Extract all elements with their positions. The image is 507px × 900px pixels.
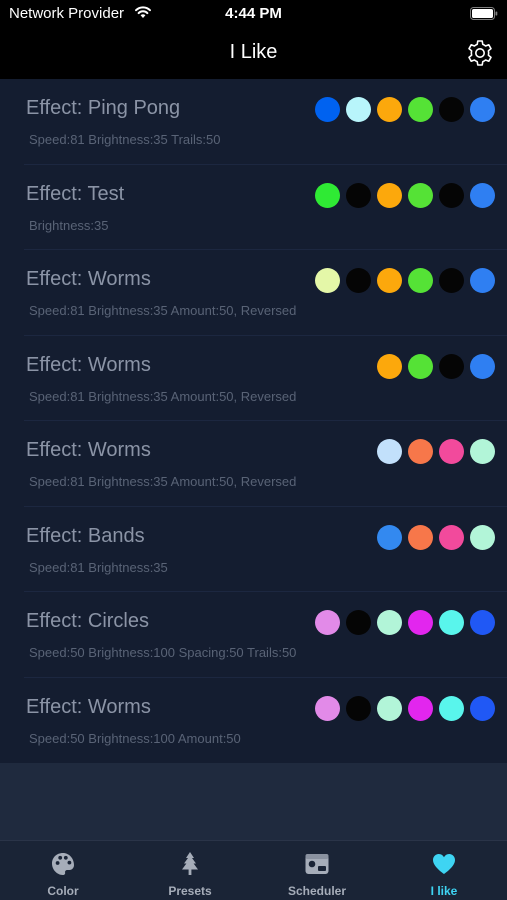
color-swatch: [470, 610, 495, 635]
effect-params: Brightness:35: [29, 217, 109, 233]
color-swatch: [439, 353, 464, 379]
color-swatch: [377, 268, 402, 293]
color-swatches: [315, 610, 495, 635]
color-swatch: [470, 97, 495, 122]
color-swatch: [315, 97, 340, 122]
color-swatch: [377, 97, 402, 122]
effect-params: Speed:81 Brightness:35 Amount:50, Revers…: [29, 303, 297, 318]
status-bar: Network Provider 4:44 PM: [0, 0, 507, 28]
color-swatch: [377, 695, 402, 721]
color-swatch: [346, 182, 371, 208]
effect-title: Effect: Worms: [26, 268, 151, 290]
color-swatch: [470, 182, 495, 208]
color-swatches: [315, 97, 495, 122]
tab-scheduler[interactable]: Scheduler: [254, 841, 380, 900]
tab-presets[interactable]: Presets: [127, 841, 253, 900]
color-swatches: [315, 268, 495, 293]
tree-icon: [182, 852, 198, 875]
preset-row[interactable]: Effect: Worms Speed:50 Brightness:100 Am…: [24, 678, 507, 764]
color-swatch: [439, 524, 464, 550]
color-swatch: [346, 268, 371, 293]
nav-bar: I Like: [0, 28, 507, 79]
color-swatch: [439, 268, 464, 293]
effect-title: Effect: Worms: [26, 353, 151, 376]
color-swatch: [346, 97, 371, 122]
tab-i-like[interactable]: I like: [381, 841, 507, 900]
preset-row[interactable]: Effect: Test Brightness:35: [24, 165, 507, 250]
preset-row[interactable]: Effect: Worms Speed:81 Brightness:35 Amo…: [24, 421, 507, 507]
color-swatch: [439, 182, 464, 208]
effect-params: Speed:81 Brightness:35: [29, 559, 168, 575]
color-swatch: [346, 695, 371, 721]
color-swatch: [377, 182, 402, 208]
effect-params: Speed:50 Brightness:100 Spacing:50 Trail…: [29, 645, 297, 660]
color-swatches: [377, 524, 495, 550]
effect-params: Speed:81 Brightness:35 Amount:50, Revers…: [29, 474, 297, 489]
preset-row[interactable]: Effect: Ping Pong Speed:81 Brightness:35…: [24, 79, 507, 165]
color-swatch: [315, 268, 340, 293]
color-swatch: [315, 610, 340, 635]
color-swatch: [470, 524, 495, 550]
tab-color[interactable]: Color: [0, 841, 126, 900]
color-swatch: [408, 695, 433, 721]
color-swatch: [346, 610, 371, 635]
color-swatch: [408, 182, 433, 208]
color-swatch: [315, 695, 340, 721]
page-title: I Like: [229, 41, 278, 63]
palette-icon: [52, 853, 74, 875]
effect-title: Effect: Bands: [26, 524, 145, 547]
color-swatches: [377, 439, 495, 464]
color-swatch: [377, 524, 402, 550]
tab-label: Color: [47, 884, 79, 898]
preset-row[interactable]: Effect: Bands Speed:81 Brightness:35: [24, 507, 507, 592]
color-swatch: [377, 439, 402, 464]
color-swatches: [377, 353, 495, 379]
effect-title: Effect: Circles: [26, 610, 149, 632]
color-swatches: [315, 182, 495, 208]
effect-params: Speed:81 Brightness:35 Amount:50, Revers…: [29, 388, 297, 404]
color-swatch: [470, 268, 495, 293]
status-time: 4:44 PM: [225, 5, 282, 22]
color-swatch: [377, 610, 402, 635]
gear-icon[interactable]: [465, 38, 495, 68]
color-swatch: [408, 524, 433, 550]
preset-row[interactable]: Effect: Worms Speed:81 Brightness:35 Amo…: [24, 250, 507, 336]
color-swatch: [439, 695, 464, 721]
color-swatch: [470, 695, 495, 721]
color-swatch: [408, 97, 433, 122]
color-swatch: [470, 353, 495, 379]
color-swatch: [439, 439, 464, 464]
effect-params: Speed:81 Brightness:35 Trails:50: [29, 132, 221, 147]
effect-title: Effect: Worms: [26, 695, 151, 718]
color-swatch: [408, 353, 433, 379]
color-swatch: [439, 610, 464, 635]
effect-params: Speed:50 Brightness:100 Amount:50: [29, 730, 241, 746]
preset-row[interactable]: Effect: Circles Speed:50 Brightness:100 …: [24, 592, 507, 678]
tab-label: Presets: [168, 884, 212, 898]
scheduler-icon: [305, 854, 329, 874]
color-swatch: [315, 182, 340, 208]
color-swatch: [408, 268, 433, 293]
color-swatches: [315, 695, 495, 721]
effect-title: Effect: Worms: [26, 439, 151, 461]
effect-title: Effect: Ping Pong: [26, 97, 181, 119]
battery-icon: [470, 7, 498, 20]
color-swatch: [439, 97, 464, 122]
tab-label: Scheduler: [287, 884, 347, 898]
color-swatch: [408, 610, 433, 635]
preset-list: Effect: Ping Pong Speed:81 Brightness:35…: [0, 79, 507, 763]
color-swatch: [408, 439, 433, 464]
preset-row[interactable]: Effect: Worms Speed:81 Brightness:35 Amo…: [24, 336, 507, 421]
effect-title: Effect: Test: [26, 182, 125, 205]
color-swatch: [377, 353, 402, 379]
tab-bar: Color Presets Scheduler I like: [0, 840, 507, 900]
color-swatch: [470, 439, 495, 464]
tab-label: I like: [430, 884, 458, 898]
heart-icon: [433, 854, 455, 874]
